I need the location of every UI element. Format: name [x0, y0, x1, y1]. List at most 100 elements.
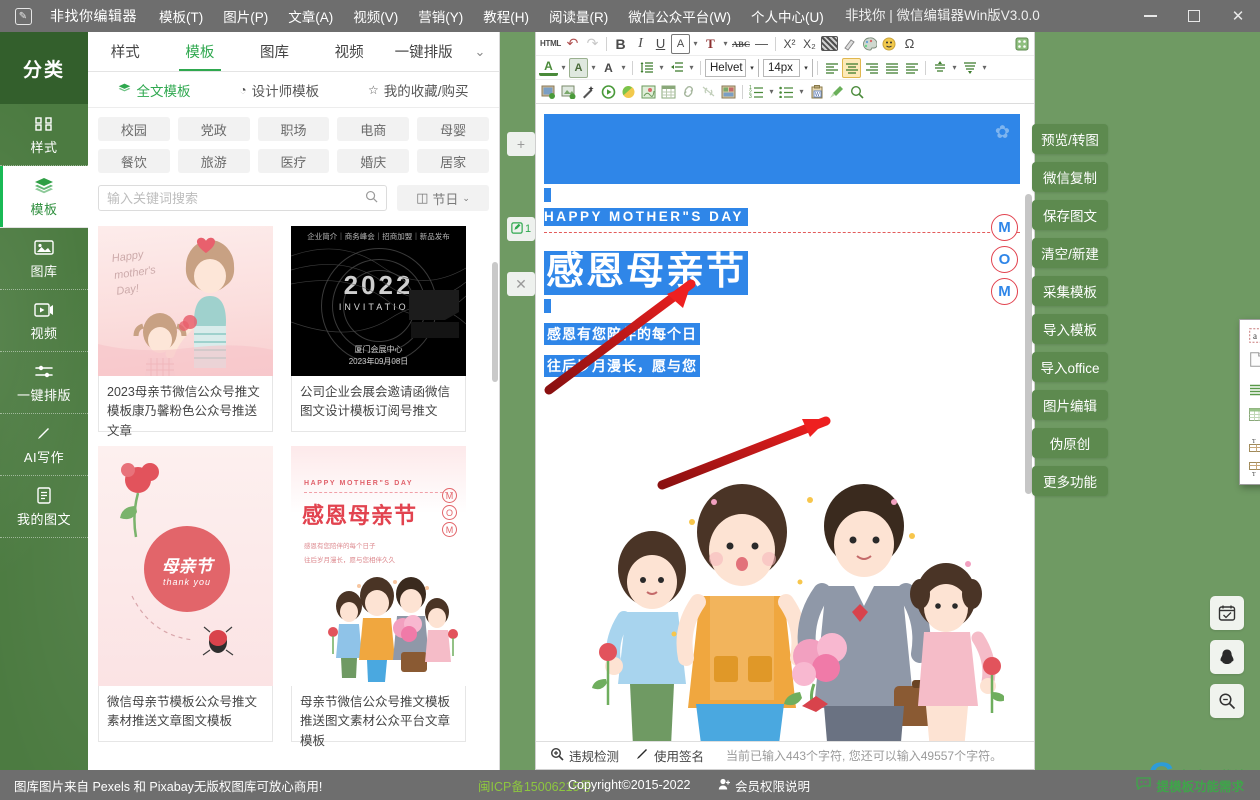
fullscreen-button[interactable] [1012, 34, 1031, 54]
chevron-down-icon[interactable]: ▾ [691, 39, 700, 48]
remove-format-button[interactable] [820, 34, 839, 54]
subtab-designer-template[interactable]: ◔ 设计师模板 [239, 80, 319, 100]
context-menu-item-select-all[interactable]: a 全选 [1240, 323, 1260, 347]
chip-wedding[interactable]: 婚庆 [337, 149, 410, 173]
sidebar-item-ai-writing[interactable]: AI写作 [0, 414, 88, 476]
redo-button[interactable]: ↷ [583, 34, 602, 54]
chip-home[interactable]: 居家 [417, 149, 489, 173]
italic-button[interactable]: I [631, 34, 650, 54]
search-box[interactable] [98, 185, 387, 211]
insert-video-button[interactable] [599, 82, 618, 102]
document-scrollbar[interactable] [1025, 194, 1032, 494]
font-color-button[interactable]: A [539, 59, 558, 76]
action-preview[interactable]: 预览/转图 [1032, 124, 1108, 154]
letter-spacing-button[interactable] [667, 58, 686, 78]
chevron-down-icon[interactable]: ▾ [559, 63, 568, 72]
context-menu-item-table[interactable]: 表格 ▶ [1240, 402, 1260, 426]
document-line-1[interactable]: 感恩有您陪伴的每个日 [544, 322, 700, 345]
font-family-select[interactable]: Helvet ▾ [705, 58, 759, 77]
html-source-button[interactable]: HTML [539, 34, 562, 54]
chevron-down-icon[interactable]: ▾ [657, 63, 666, 72]
action-clear-new[interactable]: 清空/新建 [1032, 238, 1108, 268]
sidebar-item-template[interactable]: 模板 [0, 166, 88, 228]
footer-feedback-link[interactable]: 提模板功能需求 [1136, 776, 1244, 795]
filter-holiday-dropdown[interactable]: ◫ 节日 ⌄ [397, 185, 489, 211]
background-color-button[interactable]: A [671, 33, 691, 54]
align-center-button[interactable] [842, 57, 861, 78]
align-justify-button[interactable] [882, 58, 901, 78]
chevron-down-icon[interactable]: ▾ [797, 87, 806, 96]
chevron-down-icon[interactable]: ▾ [767, 87, 776, 96]
undo-button[interactable]: ↶ [563, 34, 582, 54]
action-pseudo-original[interactable]: 伪原创 [1032, 428, 1108, 458]
action-more-features[interactable]: 更多功能 [1032, 466, 1108, 496]
edit-tab-button[interactable]: 1 [507, 217, 535, 241]
context-menu-item-paragraph-format[interactable]: 段落格式 ▶ [1240, 378, 1260, 402]
align-right-button[interactable] [862, 58, 881, 78]
footer-vip-link[interactable]: 会员权限说明 [718, 776, 810, 795]
insert-local-image-button[interactable] [559, 82, 578, 102]
template-card[interactable]: 企业简介｜商务峰会｜招商加盟｜新品发布 2022 INVITATION 厦门会展… [291, 226, 466, 432]
calendar-icon[interactable] [1210, 596, 1244, 630]
chevron-down-icon[interactable]: ▾ [950, 63, 959, 72]
action-save-article[interactable]: 保存图文 [1032, 200, 1108, 230]
search-input[interactable] [107, 190, 365, 206]
paste-word-button[interactable]: W [807, 82, 826, 102]
chevron-down-icon[interactable]: ▾ [721, 39, 730, 48]
search-replace-button[interactable] [847, 82, 866, 102]
context-menu-item-insert-after[interactable]: T 后插入段落 [1240, 457, 1260, 481]
template-card[interactable]: Happy mother's Day! 2023母亲节微信公众号推文模板康乃馨粉… [98, 226, 273, 438]
sidebar-item-autoformat[interactable]: 一键排版 [0, 352, 88, 414]
chip-campus[interactable]: 校园 [98, 117, 170, 141]
maximize-button[interactable] [1172, 0, 1216, 32]
template-card[interactable]: 母亲节 thank you 微信母亲节模板公众号推文素材推送文章图文模板 [98, 446, 273, 742]
template-list-scrollbar[interactable] [492, 262, 498, 382]
add-panel-button[interactable]: + [507, 132, 535, 156]
violation-check-button[interactable]: 违规检测 [550, 746, 619, 765]
menu-item-image[interactable]: 图片(P) [223, 6, 268, 26]
action-wechat-copy[interactable]: 微信复制 [1032, 162, 1108, 192]
horizontal-rule-button[interactable]: — [752, 34, 771, 54]
sidebar-item-my-articles[interactable]: 我的图文 [0, 476, 88, 538]
text-color-button[interactable]: T [701, 34, 720, 54]
minimize-button[interactable] [1128, 0, 1172, 32]
close-button[interactable]: ✕ [1216, 0, 1260, 32]
ordered-list-button[interactable]: 123 [747, 82, 766, 102]
chip-workplace[interactable]: 职场 [257, 117, 330, 141]
chevron-down-icon[interactable]: ▾ [619, 63, 628, 72]
document-line-2[interactable]: 往后岁月漫长，愿与您 [544, 354, 700, 377]
bold-button[interactable]: B [611, 34, 630, 54]
tab-video[interactable]: 视频 [312, 32, 387, 71]
sidebar-item-style[interactable]: 样式 [0, 104, 88, 166]
line-height-button[interactable] [637, 58, 656, 78]
chip-catering[interactable]: 餐饮 [98, 149, 170, 173]
document-en-title[interactable]: HAPPY MOTHER"S DAY [544, 208, 748, 226]
sidebar-item-video[interactable]: 视频 [0, 290, 88, 352]
subtab-favorites[interactable]: ☆ 我的收藏/购买 [368, 80, 469, 100]
subtab-full-template[interactable]: 全文模板 [118, 80, 190, 100]
chip-party[interactable]: 党政 [177, 117, 250, 141]
tab-gallery[interactable]: 图库 [237, 32, 312, 71]
special-character-button[interactable]: Ω [900, 34, 919, 54]
superscript-button[interactable]: X² [780, 34, 799, 54]
insert-audio-button[interactable] [619, 82, 638, 102]
action-import-office[interactable]: 导入office [1032, 352, 1108, 382]
chevron-down-icon[interactable]: ▾ [589, 63, 598, 72]
insert-map-button[interactable] [639, 82, 658, 102]
menu-item-readcount[interactable]: 阅读量(R) [549, 6, 608, 26]
search-icon[interactable] [365, 190, 378, 206]
document-zh-title[interactable]: 感恩母亲节 [544, 251, 749, 295]
insert-image-button[interactable] [539, 82, 558, 102]
strikethrough-button[interactable]: ABC [731, 34, 751, 54]
magic-wand-button[interactable] [579, 82, 598, 102]
highlight-color-button[interactable]: A [569, 57, 588, 78]
font-size-select[interactable]: 14px ▾ [763, 58, 813, 77]
use-signature-button[interactable]: 使用签名 [635, 746, 704, 765]
tab-template[interactable]: 模板 [163, 32, 238, 71]
editor-document[interactable]: ✿ HAPPY MOTHER"S DAY 感恩母亲节 感恩有您陪伴的每个日 往后… [536, 108, 1034, 768]
paragraph-spacing-button[interactable] [960, 58, 979, 78]
search-icon[interactable] [1210, 684, 1244, 718]
eraser-button[interactable] [840, 34, 859, 54]
action-image-edit[interactable]: 图片编辑 [1032, 390, 1108, 420]
template-card[interactable]: HAPPY MOTHER"S DAY 感恩母亲节 感恩有您陪伴的每个日子 往后岁… [291, 446, 466, 748]
